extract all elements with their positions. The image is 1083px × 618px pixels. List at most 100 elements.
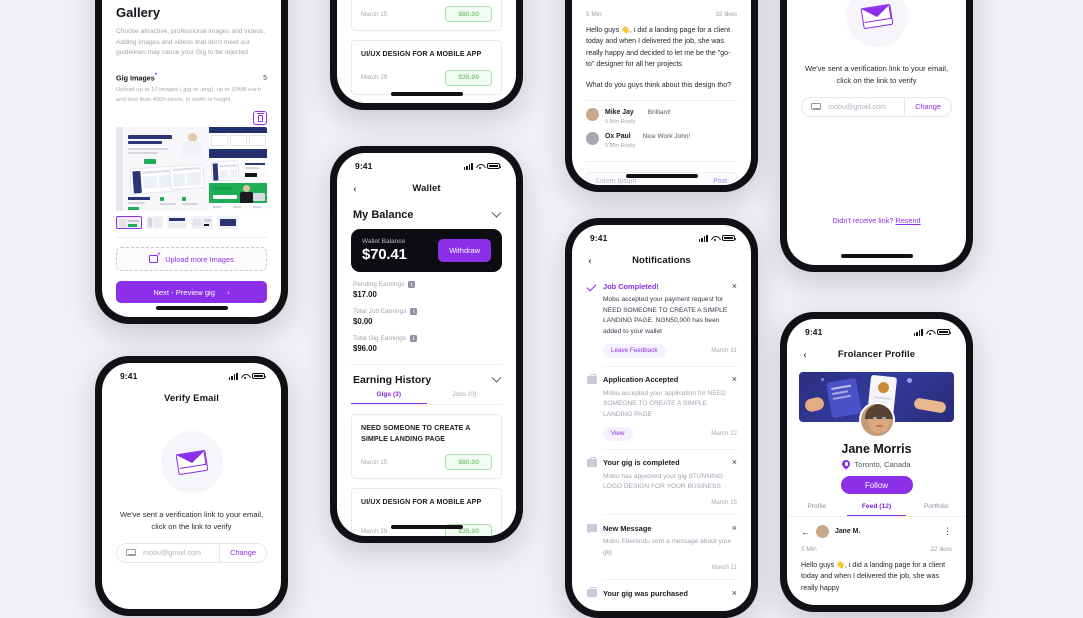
home-indicator bbox=[840, 254, 913, 258]
envelope-icon bbox=[860, 3, 893, 29]
notification-title: Your gig is completed bbox=[603, 458, 680, 468]
chevron-down-icon[interactable] bbox=[491, 207, 502, 218]
upload-more-images-button[interactable]: Upload more Images bbox=[116, 247, 267, 272]
list-item[interactable] bbox=[191, 216, 213, 230]
info-icon[interactable]: i bbox=[410, 308, 418, 315]
profile-screen: 9:41 ‹ Frolancer Profile Jane Morris Tor… bbox=[787, 319, 966, 605]
tab-jobs[interactable]: Jobs (0) bbox=[427, 391, 503, 404]
chevron-down-icon[interactable] bbox=[491, 372, 502, 383]
briefcase-icon bbox=[586, 587, 597, 598]
gallery-image-secondary[interactable] bbox=[209, 127, 267, 212]
comment-meta[interactable]: 5 Min Reply bbox=[605, 143, 690, 149]
nav-bar: ‹ Notifications bbox=[572, 247, 751, 273]
list-item[interactable] bbox=[146, 216, 163, 230]
wifi-icon bbox=[711, 235, 719, 242]
post-comment-button[interactable]: Post bbox=[713, 178, 727, 185]
signal-icon bbox=[228, 372, 238, 380]
arrow-left-icon[interactable]: ← bbox=[801, 527, 810, 537]
table-row[interactable]: March 15 $80.00 bbox=[351, 0, 502, 31]
notification-item[interactable]: Your gig is completed × Mobu has approve… bbox=[572, 450, 751, 506]
email-field[interactable]: mobu@gmail.com Change bbox=[801, 96, 952, 117]
gallery-image-primary[interactable] bbox=[116, 127, 210, 212]
back-icon[interactable]: ‹ bbox=[803, 348, 807, 360]
close-icon[interactable]: × bbox=[732, 588, 737, 598]
signal-icon bbox=[463, 162, 473, 170]
more-vertical-icon[interactable]: ⋮ bbox=[943, 526, 952, 536]
signal-icon bbox=[698, 234, 708, 242]
resend-link[interactable]: Resend bbox=[895, 216, 920, 225]
post-time: 5 Min bbox=[586, 11, 602, 18]
earning-history-header[interactable]: Earning History bbox=[337, 365, 516, 386]
avatar[interactable] bbox=[586, 108, 599, 122]
phone-gallery: Gallery Choose attractive, professional … bbox=[95, 0, 288, 324]
list-item[interactable] bbox=[217, 216, 239, 230]
my-balance-header[interactable]: My Balance bbox=[337, 201, 516, 221]
gallery-screen: Gallery Choose attractive, professional … bbox=[102, 0, 281, 317]
notification-item[interactable]: Application Accepted × Mobu accepted you… bbox=[572, 367, 751, 441]
list-item[interactable] bbox=[116, 216, 142, 230]
divider bbox=[116, 237, 267, 239]
comment-meta[interactable]: 5 Min Reply bbox=[605, 119, 671, 125]
next-label: Next - Preview gig bbox=[153, 287, 215, 297]
gallery-upload-hint: Upload up to 10 images (.jpg or .png), u… bbox=[116, 87, 262, 103]
notification-item[interactable]: New Message × Mobu Eberendu sent a messa… bbox=[572, 515, 751, 571]
change-email-button[interactable]: Change bbox=[219, 543, 266, 562]
close-icon[interactable]: × bbox=[732, 375, 737, 384]
withdraw-button[interactable]: Withdraw bbox=[438, 239, 491, 262]
phone-profile: 9:41 ‹ Frolancer Profile Jane Morris Tor… bbox=[780, 312, 973, 612]
mail-icon bbox=[126, 549, 136, 557]
phone-feed-post: 5 Min 32 likes Hello guys 👋, i did a lan… bbox=[565, 0, 758, 192]
profile-tabs[interactable]: Profile Feed (12) Portfolio bbox=[787, 503, 966, 516]
close-icon[interactable]: × bbox=[732, 458, 737, 467]
comment-placeholder: Lorem Ipsum bbox=[596, 178, 637, 185]
chevron-right-icon: › bbox=[226, 287, 230, 297]
phone-notifications: 9:41 ‹ Notifications Job Completed! × Mo bbox=[565, 218, 758, 618]
email-field[interactable]: mobu@gmail.com Change bbox=[116, 542, 267, 563]
notification-item[interactable]: Your gig was purchased × bbox=[572, 580, 751, 598]
back-icon[interactable]: ‹ bbox=[588, 254, 592, 266]
resend-row: Didn't receive link? Resend bbox=[787, 216, 966, 225]
home-indicator bbox=[155, 306, 228, 310]
follow-button[interactable]: Follow bbox=[840, 476, 913, 494]
gig-title: UI/UX DESIGN FOR A MOBILE APP bbox=[361, 50, 482, 58]
tab-gigs[interactable]: Gigs (3) bbox=[351, 391, 427, 404]
feed-post-likes: 32 likes bbox=[930, 546, 952, 553]
verify-message: We've sent a verification link to your e… bbox=[119, 510, 264, 532]
list-item[interactable] bbox=[167, 216, 187, 230]
info-icon[interactable]: i bbox=[408, 281, 416, 288]
avatar[interactable] bbox=[816, 525, 829, 538]
close-icon[interactable]: × bbox=[732, 281, 737, 291]
notification-date: March 31 bbox=[711, 347, 737, 355]
tab-profile[interactable]: Profile bbox=[787, 503, 847, 516]
comment-text: Brilliant! bbox=[647, 109, 671, 117]
stat-total-job-earnings: Total Job Earnings i $0.00 bbox=[353, 308, 500, 326]
view-button[interactable]: View bbox=[603, 426, 633, 441]
wifi-icon bbox=[476, 163, 484, 170]
table-row[interactable]: NEED SOMEONE TO CREATE A SIMPLE LANDING … bbox=[351, 414, 502, 480]
tab-portfolio[interactable]: Portfolio bbox=[906, 503, 966, 516]
gallery-preview[interactable] bbox=[116, 127, 267, 212]
status-bar: 9:41 bbox=[337, 153, 516, 175]
trash-icon[interactable] bbox=[253, 111, 267, 126]
earning-history-tabs[interactable]: Gigs (3) Jobs (0) bbox=[351, 391, 502, 404]
tab-feed[interactable]: Feed (12) bbox=[846, 503, 907, 516]
notification-body: Mobu accepted your payment request for N… bbox=[603, 296, 728, 336]
gig-date: March 29 bbox=[361, 528, 388, 536]
avatar[interactable] bbox=[858, 402, 895, 438]
next-preview-gig-button[interactable]: Next - Preview gig › bbox=[116, 281, 267, 304]
table-row[interactable]: UI/UX DESIGN FOR A MOBILE APP March 29 $… bbox=[351, 40, 502, 95]
stat-value: $0.00 bbox=[353, 317, 373, 326]
close-icon[interactable]: × bbox=[732, 523, 737, 533]
notification-item[interactable]: Job Completed! × Mobu accepted your paym… bbox=[572, 273, 751, 358]
leave-feedback-button[interactable]: Leave Feedback bbox=[603, 343, 666, 358]
info-icon[interactable]: i bbox=[410, 335, 418, 342]
page-title: Frolancer Profile bbox=[837, 348, 916, 360]
avatar[interactable] bbox=[586, 132, 599, 146]
post-question: What do you guys think about this design… bbox=[586, 80, 732, 89]
gallery-thumbnails[interactable] bbox=[116, 216, 267, 230]
status-bar: 9:41 bbox=[572, 225, 751, 247]
image-plus-icon bbox=[149, 252, 161, 264]
back-icon[interactable]: ‹ bbox=[353, 182, 357, 194]
feed-post-meta: 5 Min 32 likes bbox=[787, 538, 966, 553]
change-email-button[interactable]: Change bbox=[904, 97, 951, 116]
